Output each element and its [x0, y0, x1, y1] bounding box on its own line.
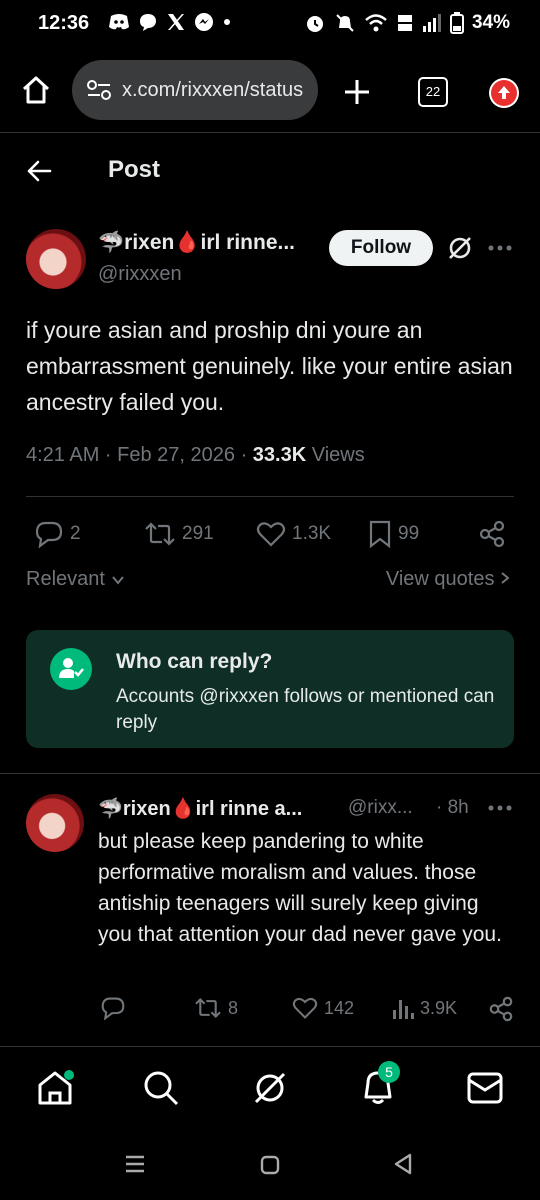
chevron-right-icon [501, 572, 510, 584]
reply-button[interactable]: 2 [34, 520, 81, 548]
divider [26, 496, 514, 497]
reply-display-name[interactable]: 🦈rixen🩸irl rinne a... [98, 796, 302, 821]
home-nav-icon[interactable] [259, 1154, 281, 1176]
status-time: 12:36 [38, 12, 90, 34]
who-can-reply-description: Accounts @rixxxen follows or mentioned c… [116, 686, 495, 733]
who-can-reply-box: Who can reply? Accounts @rixxxen follows… [26, 630, 514, 748]
reply-count: 2 [70, 523, 81, 544]
reply-more-options-icon[interactable] [488, 804, 512, 812]
signal-icon [422, 14, 441, 32]
post-actions: 2 291 1.3K 99 [26, 516, 516, 552]
bookmark-count: 99 [398, 523, 420, 544]
reply-icon [101, 997, 125, 1020]
share-button[interactable] [478, 520, 506, 548]
repost-button[interactable]: 291 [144, 520, 214, 548]
reply-handle[interactable]: @rixx... [348, 797, 413, 819]
analytics-icon [393, 1000, 414, 1019]
repost-icon [195, 997, 221, 1019]
status-left-icons [108, 12, 232, 32]
reply-views-button[interactable]: 3.9K [392, 996, 457, 1020]
status-right-icons: 34% [304, 12, 510, 34]
reply-views-count: 3.9K [420, 997, 458, 1018]
nav-search-icon[interactable] [142, 1069, 180, 1107]
post-timestamp: 4:21 AM · Feb 27, 2026 · [26, 444, 253, 466]
home-icon[interactable] [20, 74, 52, 106]
avatar[interactable] [26, 229, 86, 289]
like-button[interactable]: 1.3K [256, 520, 331, 548]
reply-avatar[interactable] [26, 794, 84, 852]
back-arrow-icon[interactable] [26, 158, 52, 184]
messenger-icon [195, 13, 213, 31]
url-bar[interactable]: x.com/rixxxen/status [72, 60, 318, 120]
reply-repost-count: 8 [228, 997, 239, 1018]
upgrade-button[interactable] [489, 78, 519, 108]
user-check-icon [50, 648, 92, 690]
reply-like-count: 142 [324, 997, 355, 1018]
share-icon [479, 520, 505, 548]
url-text[interactable]: x.com/rixxxen/status [122, 79, 312, 102]
tab-count-button[interactable]: 22 [418, 77, 448, 107]
who-can-reply-title: Who can reply? [116, 650, 273, 673]
user-handle[interactable]: @rixxxen [98, 263, 182, 286]
bottom-nav: 5 [0, 1046, 540, 1137]
heart-icon [292, 997, 318, 1019]
reply-time: · 8h [436, 797, 469, 818]
system-nav [0, 1136, 540, 1200]
reply-icon [35, 521, 63, 548]
sort-relevant-dropdown[interactable]: Relevant [26, 568, 125, 591]
post-meta: 4:21 AM · Feb 27, 2026 · 33.3K Views [26, 444, 365, 467]
sort-label: Relevant [26, 568, 105, 590]
view-quotes-link[interactable]: View quotes [386, 568, 510, 591]
notification-badge: 5 [378, 1061, 400, 1083]
site-settings-icon[interactable] [86, 79, 112, 101]
discord-icon [109, 14, 129, 30]
reply-text: but please keep pandering to white perfo… [98, 830, 502, 946]
bookmark-icon [369, 520, 391, 548]
alarm-icon [306, 16, 323, 32]
volte-icon [397, 15, 412, 31]
nav-messages-icon[interactable] [466, 1071, 504, 1105]
battery-icon [449, 12, 464, 34]
view-quotes-label: View quotes [385, 568, 495, 590]
reply-share-icon[interactable] [488, 996, 514, 1022]
nav-home-icon[interactable] [36, 1069, 74, 1107]
nav-notifications-button[interactable]: 5 [358, 1061, 400, 1112]
more-options-icon[interactable] [488, 244, 512, 252]
arrow-up-icon [491, 80, 517, 106]
reply-like-button[interactable]: 142 [292, 996, 354, 1020]
repost-icon [145, 522, 175, 546]
new-tab-icon[interactable] [343, 78, 371, 106]
dot-icon [224, 19, 230, 25]
recent-apps-icon[interactable] [124, 1154, 146, 1174]
nav-grok-icon[interactable] [251, 1069, 289, 1107]
bookmark-button[interactable]: 99 [368, 520, 419, 548]
status-bar: 12:36 34% [0, 0, 540, 50]
battery-percent: 34% [471, 12, 510, 33]
post-text: if youre asian and proship dni youre an … [26, 317, 513, 415]
x-logo-icon [168, 14, 184, 30]
page-title: Post [108, 156, 161, 183]
back-nav-icon[interactable] [392, 1152, 414, 1176]
like-count: 1.3K [292, 523, 332, 544]
browser-toolbar: x.com/rixxxen/status 22 [0, 52, 540, 133]
chat-bubble-icon [140, 14, 156, 31]
follow-button[interactable]: Follow [329, 230, 433, 266]
heart-icon [256, 522, 286, 547]
display-name[interactable]: 🦈rixen🩸irl rinne... [98, 231, 295, 255]
wifi-icon [365, 14, 387, 32]
reply-repost-button[interactable]: 8 [194, 996, 238, 1020]
chevron-down-icon [111, 576, 124, 585]
divider [0, 773, 540, 774]
reply-reply-button[interactable] [100, 996, 132, 1020]
grok-icon[interactable] [446, 234, 474, 262]
views-count: 33.3K [252, 444, 307, 466]
views-label: Views [306, 444, 365, 466]
repost-count: 291 [182, 523, 214, 544]
bell-muted-icon [336, 14, 354, 32]
